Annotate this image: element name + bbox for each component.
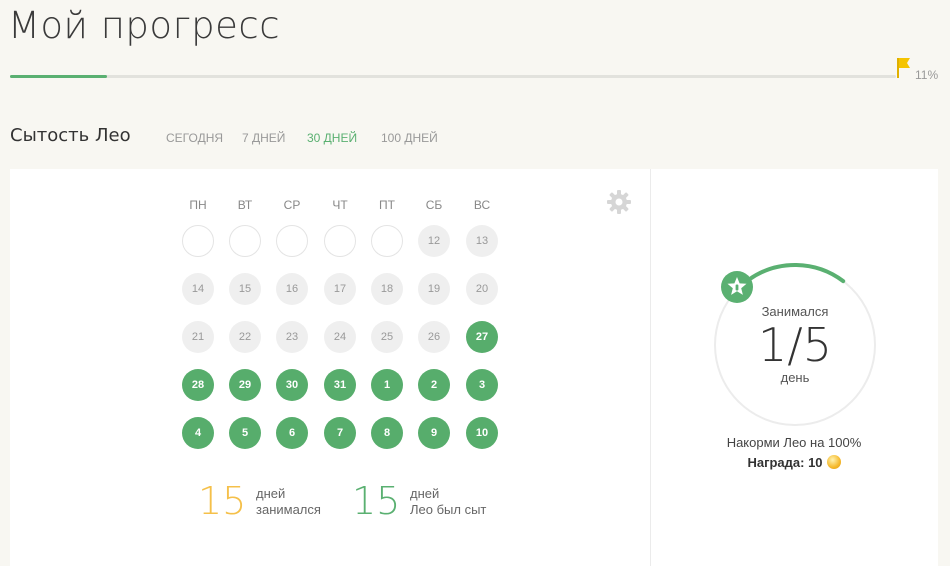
overall-progress-bar <box>10 75 896 78</box>
reward-row: Награда: 10 <box>694 455 894 470</box>
calendar-day: 4 <box>182 417 214 449</box>
calendar-day: 27 <box>466 321 498 353</box>
calendar-day: 5 <box>229 417 261 449</box>
reward-label: Награда: 10 <box>747 455 823 470</box>
calendar-day: 21 <box>182 321 214 353</box>
tab-100-days[interactable]: 100 ДНЕЙ <box>381 131 438 145</box>
weekday-label: ПТ <box>379 198 395 212</box>
calendar-day: 9 <box>418 417 450 449</box>
weekday-label: СР <box>283 198 301 212</box>
star-icon <box>721 271 753 303</box>
calendar-day: 13 <box>466 225 498 257</box>
calendar-day-empty <box>182 225 214 257</box>
calendar-day-empty <box>371 225 403 257</box>
ring-caption-top: Занимался <box>761 304 829 319</box>
calendar-day: 25 <box>371 321 403 353</box>
tab-30-days[interactable]: 30 ДНЕЙ <box>307 131 357 145</box>
coin-icon <box>826 455 841 469</box>
overall-progress-fill <box>10 75 108 78</box>
calendar-day: 19 <box>418 273 450 305</box>
calendar-day: 10 <box>466 417 498 449</box>
fed-days-value: 15 <box>352 479 401 523</box>
calendar-day: 3 <box>466 369 498 401</box>
tab-today[interactable]: СЕГОДНЯ <box>166 131 223 145</box>
calendar-day: 12 <box>418 225 450 257</box>
weekday-label: ЧТ <box>332 198 348 212</box>
calendar-day: 20 <box>466 273 498 305</box>
weekday-label: СБ <box>425 198 443 212</box>
calendar-day: 26 <box>418 321 450 353</box>
fed-days-label-line2: Лео был сыт <box>410 502 487 517</box>
section-title: Сытость Лео <box>10 125 131 146</box>
tab-7-days[interactable]: 7 ДНЕЙ <box>242 131 285 145</box>
fed-days-label-line1: дней <box>410 486 440 501</box>
flag-icon <box>897 58 910 78</box>
weekday-label: ПН <box>189 198 207 212</box>
weekday-label: ВТ <box>237 198 253 212</box>
calendar-day: 14 <box>182 273 214 305</box>
calendar-day: 15 <box>229 273 261 305</box>
calendar-day: 17 <box>324 273 356 305</box>
calendar-day: 1 <box>371 369 403 401</box>
calendar-day: 29 <box>229 369 261 401</box>
ring-caption-bottom: день <box>780 370 810 385</box>
calendar-day: 16 <box>276 273 308 305</box>
calendar-day-empty <box>324 225 356 257</box>
calendar-day: 8 <box>371 417 403 449</box>
calendar-day: 23 <box>276 321 308 353</box>
calendar-day: 22 <box>229 321 261 353</box>
calendar-day: 24 <box>324 321 356 353</box>
progress-percent: 11% <box>915 68 939 82</box>
studied-days-label-line1: дней <box>256 486 286 501</box>
studied-days-label-line2: занимался <box>256 502 321 517</box>
calendar-day: 2 <box>418 369 450 401</box>
calendar-day: 31 <box>324 369 356 401</box>
page-title: Мой прогресс <box>8 4 281 47</box>
calendar-day: 28 <box>182 369 214 401</box>
calendar-day: 6 <box>276 417 308 449</box>
calendar-day: 18 <box>371 273 403 305</box>
studied-days-value: 15 <box>198 479 247 523</box>
calendar-day-empty <box>276 225 308 257</box>
gear-icon[interactable] <box>606 189 632 215</box>
card-divider <box>650 169 651 566</box>
calendar-day-empty <box>229 225 261 257</box>
calendar-day: 30 <box>276 369 308 401</box>
ring-value: 1/5 <box>757 318 833 372</box>
goal-text: Накорми Лео на 100% <box>726 435 862 450</box>
calendar-day: 7 <box>324 417 356 449</box>
weekday-label: ВС <box>473 198 491 212</box>
